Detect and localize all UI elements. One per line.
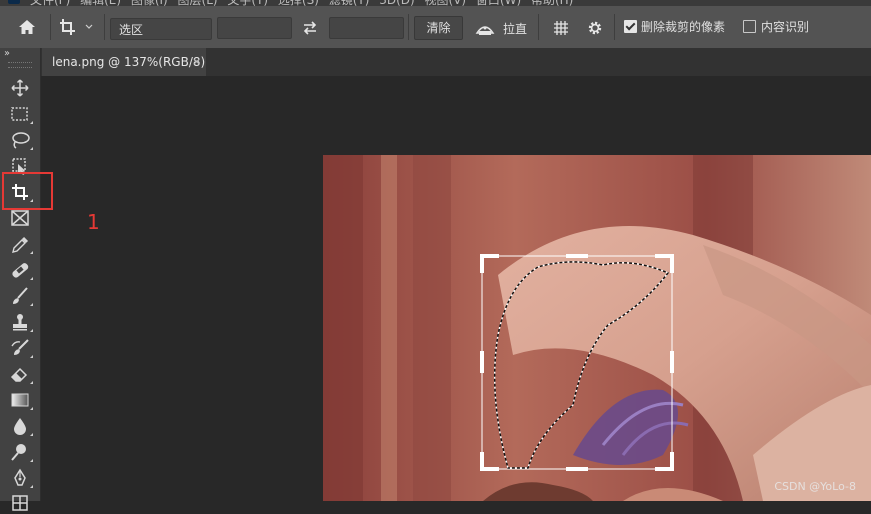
stamp-icon [13, 314, 27, 331]
grid-icon [12, 495, 28, 511]
bandage-icon [12, 263, 29, 278]
grid-overlay-icon [554, 21, 568, 35]
grid-overlay-button[interactable] [551, 18, 571, 42]
history-brush-tool[interactable] [9, 338, 33, 358]
home-icon [19, 20, 35, 34]
settings-button[interactable] [585, 18, 605, 42]
more-tools-indicator [30, 433, 33, 436]
eraser-tool[interactable] [9, 364, 33, 384]
crop-tool-preset-picker[interactable] [56, 16, 98, 38]
level-icon [475, 26, 495, 35]
divider [614, 14, 615, 40]
tools-panel: ›› [0, 48, 41, 511]
eyedropper-tool[interactable] [9, 234, 33, 254]
history-brush-icon [11, 339, 29, 355]
clone-stamp-tool[interactable] [9, 312, 33, 332]
move-tool[interactable] [9, 78, 31, 98]
panel-grip[interactable] [8, 62, 32, 68]
gradient-tool[interactable] [9, 390, 33, 410]
document-tab-bar: lena.png @ 137%(RGB/8) × [40, 48, 871, 76]
more-tools-indicator [30, 459, 33, 462]
photoshop-logo [8, 0, 20, 4]
move-icon [11, 79, 29, 97]
more-tool[interactable] [9, 494, 31, 514]
annotation-number: 1 [87, 210, 100, 234]
close-icon[interactable]: × [192, 55, 201, 68]
document-tab-title: lena.png @ 137%(RGB/8) [52, 55, 206, 69]
swap-icon [303, 21, 317, 35]
options-bar: 选区 ⌄ 清除 拉直 删除裁剪的像素 内容识别 [0, 6, 871, 49]
more-tools-indicator [30, 381, 33, 384]
dodge-tool[interactable] [9, 442, 33, 462]
clear-button[interactable]: 清除 [414, 16, 463, 40]
image-canvas[interactable]: CSDN @YoLo-8 [323, 155, 871, 501]
crop-tool-preset-icon [60, 19, 93, 35]
content-aware-checkbox[interactable] [743, 20, 756, 33]
crop-tool-highlight [2, 172, 53, 210]
delete-cropped-checkbox[interactable] [624, 20, 637, 33]
more-tools-indicator [30, 251, 33, 254]
height-field[interactable] [329, 17, 404, 39]
pen-tool[interactable] [9, 468, 33, 488]
document-tab[interactable]: lena.png @ 137%(RGB/8) × [42, 48, 206, 76]
chevron-down-icon: ⌄ [119, 20, 128, 31]
more-tools-indicator [30, 303, 33, 306]
swap-button[interactable] [300, 18, 320, 38]
gear-icon [588, 21, 602, 35]
brush-tool[interactable] [9, 286, 33, 306]
marquee-tool[interactable] [9, 104, 33, 124]
divider [104, 14, 105, 40]
lasso-tool[interactable] [9, 130, 33, 150]
pen-icon [14, 468, 26, 486]
eraser-icon [10, 367, 28, 382]
home-button[interactable] [10, 15, 44, 39]
divider [408, 14, 409, 40]
more-tools-indicator [30, 147, 33, 150]
crop-ratio-select[interactable]: 选区 ⌄ [110, 18, 212, 40]
straighten-label: 拉直 [503, 22, 528, 36]
more-tools-indicator [30, 277, 33, 280]
water-drop-icon [14, 418, 26, 435]
brush-icon [13, 287, 28, 304]
gradient-icon [11, 393, 29, 407]
more-tools-indicator [30, 485, 33, 488]
watermark: CSDN @YoLo-8 [774, 480, 856, 493]
more-tools-indicator [30, 355, 33, 358]
width-field[interactable] [217, 17, 292, 39]
more-tools-indicator [30, 407, 33, 410]
eyedropper-icon [12, 236, 29, 253]
divider [50, 14, 51, 40]
frame-icon [11, 210, 29, 226]
more-tools-indicator [30, 121, 33, 124]
delete-cropped-label[interactable]: 删除裁剪的像素 [641, 18, 725, 35]
lasso-icon [12, 132, 30, 149]
dodge-icon [11, 444, 26, 461]
marquee-icon [11, 107, 28, 121]
blur-tool[interactable] [9, 416, 33, 436]
more-tools-indicator [30, 329, 33, 332]
content-aware-label[interactable]: 内容识别 [761, 18, 809, 35]
collapse-panel-button[interactable]: ›› [4, 48, 10, 59]
healing-brush-tool[interactable] [9, 260, 33, 280]
frame-tool[interactable] [9, 208, 31, 228]
divider [538, 14, 539, 40]
lena-image [323, 155, 871, 501]
